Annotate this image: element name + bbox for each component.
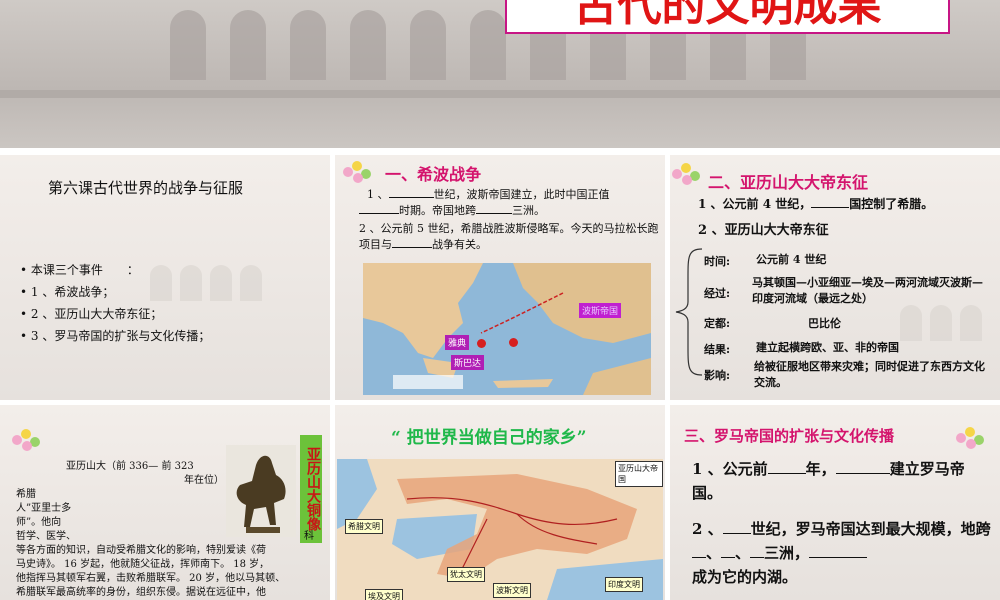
map-label-egypt: 埃及文明 [365,589,403,600]
slide-thumbnail-4[interactable]: 亚历山大（前 336— 前 323 年在位） 亚历山大铜像 希腊 人”亚里士多 … [0,405,330,600]
map-marker [509,338,518,347]
greco-persian-map: 雅典 斯巴达 波斯帝国 [363,263,651,395]
banner: 古代的文明成果 [0,0,1000,148]
bio-line: 希腊联军最高统率的身份，组织东侵。据说在远征中，他 [16,587,266,598]
bio-line: 人”亚里士多 [16,503,72,514]
row-label: 结果: [704,343,731,356]
question-line: 1 、公元前 4 世纪， 国控制了希腊。 [698,195,933,212]
row-value: 建立起横跨欧、亚、非的帝国 [756,341,899,354]
map-label-persia: 波斯帝国 [579,303,622,318]
section-heading: 二、亚历山大大帝东征 [708,173,869,192]
q-text: 、 [735,544,751,562]
lesson-title: 第六课古代世界的战争与征服 [48,179,244,197]
row-value: 公元前 4 世纪 [756,253,827,266]
q-text: 1 、公元前 [692,460,768,478]
biography-name: 亚历山大（前 336— 前 323 [66,461,194,472]
map-label-greek: 希腊文明 [345,519,383,534]
slide-thumbnail-3[interactable]: 二、亚历山大大帝东征 1 、公元前 4 世纪， 国控制了希腊。 2 、亚历山大大帝… [670,155,1000,400]
row-label: 影响: [704,369,731,382]
statue-image [226,445,296,537]
quote-heading: “ 把世界当做自己的家乡” [391,428,587,448]
brace-icon [675,248,703,376]
q-text: 、 [706,544,722,562]
question-2: 2 、公元前 5 世纪，希腊战胜波斯侵略军。今天的马拉松长跑项目与 战争有关。 [359,221,664,253]
map-label-sparta: 斯巴达 [451,355,485,370]
event-list-item: • 本课三个事件 ： [20,263,139,277]
event-list-item: • 1 、希波战争； [20,285,115,299]
q-text: 三洲， [764,544,810,562]
bio-line: 等各方面的知识，自动受希腊文化的影响，特别爱读《荷 [16,545,266,556]
row-value: 马其顿国—小亚细亚—埃及—两河流域灭波斯—印度河流域（最远之处） [752,276,983,305]
q-text: 世纪，罗马帝国达到最大规模，地跨 [750,520,991,538]
question-1: 1 、公元前 年， 建立罗马帝国。 [692,457,992,505]
bio-line: 马史诗》。 16 岁起，他就随父征战，挥师南下。 18 岁， [16,559,270,570]
flower-icon [956,427,990,449]
row-value: 给被征服地区带来灾难；同时促进了东西方文化交流。 [754,360,985,389]
slide-thumbnail-6[interactable]: 三、罗马帝国的扩张与文化传播 1 、公元前 年， 建立罗马帝国。 2 、世纪，罗马帝… [670,405,1000,600]
section-heading: 三、罗马帝国的扩张与文化传播 [684,427,895,445]
row-label: 定都: [704,317,731,330]
slide-thumbnail-1[interactable]: 第六课古代世界的战争与征服 • 本课三个事件 ： • 1 、希波战争； • 2 … [0,155,330,400]
q-text: 1 、 [367,188,389,201]
row-value: 巴比伦 [808,317,841,330]
q-text: 成为它的内湖。 [692,568,798,586]
map-label-persian: 波斯文明 [493,583,531,598]
slide-thumbnail-2[interactable]: 一、希波战争 1 、 世纪，波斯帝国建立，此时中国正值 时期。帝国地跨 三洲。 2 … [335,155,665,400]
q-text: 战争有关。 [432,238,487,251]
subheading: 2 、亚历山大大帝东征 [698,223,829,238]
map-label-empire: 亚历山大帝国 [615,461,663,487]
flower-icon [672,163,706,185]
question-2: 2 、世纪，罗马帝国达到最大规模，地跨、、三洲， 成为它的内湖。 [692,517,992,589]
q-text: 2 、 [692,520,723,538]
bio-line: 希腊 [16,489,36,500]
flower-icon [12,429,46,451]
bio-line-end: 科 [304,531,314,542]
q-text: 年， [805,460,836,478]
question-1: 1 、 世纪，波斯帝国建立，此时中国正值 时期。帝国地跨 三洲。 [359,187,662,219]
alexander-empire-map: 希腊文明 犹太文明 波斯文明 印度文明 埃及文明 亚历山大帝国 [337,459,663,600]
slide-title: 古代的文明成果 [505,0,950,34]
section-heading: 一、希波战争 [385,165,482,184]
slide-thumbnail-5[interactable]: “ 把世界当做自己的家乡” 希腊文明 犹太文明 波斯文明 印度文明 埃及文明 亚… [335,405,665,600]
row-label: 经过: [704,287,731,300]
q-text: 世纪，波斯帝国建立，此时中国正值 [433,188,610,201]
row-label: 时间: [704,255,731,268]
flower-icon [343,161,377,183]
event-list-item: • 3 、罗马帝国的扩张与文化传播； [20,329,211,343]
map-label-hebrew: 犹太文明 [447,567,485,582]
q-text: 1 、公元前 4 世纪， [698,197,812,211]
map-label-indian: 印度文明 [605,577,643,592]
q-text: 国控制了希腊。 [849,197,934,211]
map-label-athens: 雅典 [445,335,470,350]
bio-line: 师”。他向 [16,517,62,528]
event-list-item: • 2 、亚历山大大帝东征； [20,307,163,321]
bio-line: 哲学、医学、 [16,531,76,542]
q-text: 时期。帝国地跨 [399,204,476,217]
map-marker [477,339,486,348]
biography-reign: 年在位） [184,475,224,486]
bio-line: 他指挥马其顿军右翼，击败希腊联军。 20 岁，他以马其顿、 [16,573,286,584]
q-text: 三洲。 [512,204,545,217]
